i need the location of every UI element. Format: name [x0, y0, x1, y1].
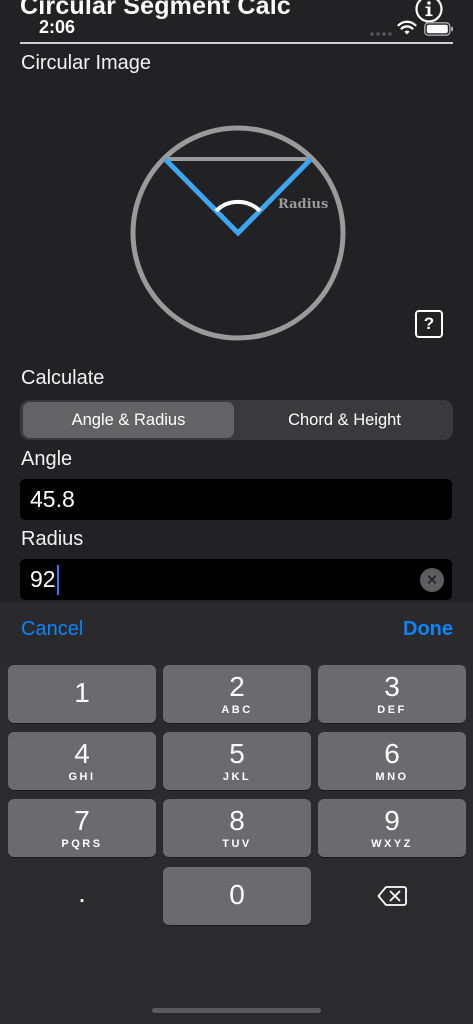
clear-icon[interactable]: ✕	[420, 568, 444, 592]
key-7[interactable]: 7 PQRS	[8, 799, 156, 857]
key-4[interactable]: 4 GHI	[8, 732, 156, 790]
angle-value: 45.8	[30, 486, 75, 512]
signal-icon	[370, 32, 392, 36]
key-decimal[interactable]: .	[8, 867, 156, 925]
info-icon[interactable]	[414, 0, 444, 24]
nav-divider	[20, 42, 453, 44]
radius-diagram-label: Radius	[278, 197, 328, 212]
key-6[interactable]: 6 MNO	[318, 732, 466, 790]
key-1[interactable]: 1	[8, 665, 156, 723]
done-button[interactable]: Done	[403, 618, 453, 641]
circular-image-label: Circular Image	[21, 52, 152, 74]
help-button[interactable]: ?	[415, 310, 443, 338]
cancel-button[interactable]: Cancel	[21, 618, 83, 641]
key-0[interactable]: 0	[163, 867, 311, 925]
text-cursor	[56, 564, 59, 595]
key-5[interactable]: 5 JKL	[163, 732, 311, 790]
key-2[interactable]: 2 ABC	[163, 665, 311, 723]
number-keypad: 1 2 ABC 3 DEF 4 GHI 5 JKL 6 MNO 7 PQRS 8…	[0, 658, 473, 1024]
backspace-button[interactable]	[318, 867, 466, 925]
battery-icon	[424, 22, 453, 36]
calculate-label: Calculate	[21, 367, 105, 389]
segment-chord-height[interactable]: Chord & Height	[239, 402, 450, 438]
help-icon: ?	[423, 314, 435, 333]
status-time: 2:06	[39, 17, 76, 37]
home-indicator	[152, 1008, 321, 1013]
keyboard-accessory-bar: Cancel Done	[0, 602, 473, 658]
wifi-icon	[397, 20, 417, 35]
key-9[interactable]: 9 WXYZ	[318, 799, 466, 857]
angle-label: Angle	[21, 448, 73, 470]
key-3[interactable]: 3 DEF	[318, 665, 466, 723]
key-8[interactable]: 8 TUV	[163, 799, 311, 857]
backspace-icon	[377, 886, 407, 906]
screen: Circular Segment Calc 2:06 Circular Imag…	[0, 0, 473, 1024]
radius-input[interactable]: 92 ✕	[20, 559, 452, 600]
segment-angle-radius[interactable]: Angle & Radius	[23, 402, 234, 438]
angle-input[interactable]: 45.8	[20, 479, 452, 520]
calculate-mode-control: Angle & Radius Chord & Height	[20, 400, 453, 440]
radius-value: 92	[30, 566, 56, 592]
radius-label: Radius	[21, 528, 84, 550]
circular-segment-diagram: Radius	[130, 125, 346, 341]
